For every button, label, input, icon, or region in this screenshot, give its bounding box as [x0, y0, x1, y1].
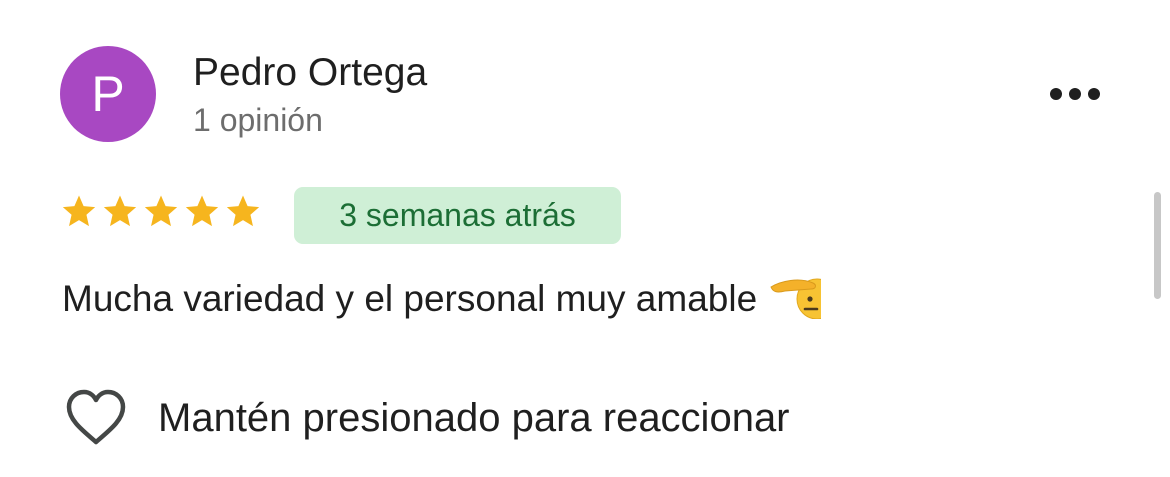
star-icon — [103, 195, 137, 227]
review-text-content: Mucha variedad y el personal muy amable — [62, 278, 758, 319]
star-rating — [60, 193, 262, 231]
avatar-initial: P — [91, 66, 125, 122]
star-icon — [226, 195, 260, 227]
more-options-button[interactable] — [1040, 76, 1110, 112]
more-horizontal-icon — [1050, 88, 1062, 100]
avatar[interactable]: P — [60, 46, 156, 142]
review-text: Mucha variedad y el personal muy amable — [62, 275, 822, 322]
saluting-face-icon — [769, 275, 822, 319]
scrollbar[interactable] — [1154, 192, 1161, 299]
time-badge: 3 semanas atrás — [294, 187, 621, 244]
react-label: Mantén presionado para reaccionar — [158, 396, 790, 440]
heart-outline-icon — [66, 389, 126, 445]
star-icon — [144, 195, 178, 227]
review-card: P Pedro Ortega 1 opinión 3 semanas atrás… — [0, 0, 1170, 477]
star-icon — [185, 195, 219, 227]
more-dot — [1088, 88, 1100, 100]
react-button[interactable]: Mantén presionado para reaccionar — [64, 386, 790, 450]
author-name[interactable]: Pedro Ortega — [193, 50, 427, 96]
star-icon — [62, 195, 96, 227]
author-review-count: 1 opinión — [193, 102, 323, 138]
more-dot — [1069, 88, 1081, 100]
